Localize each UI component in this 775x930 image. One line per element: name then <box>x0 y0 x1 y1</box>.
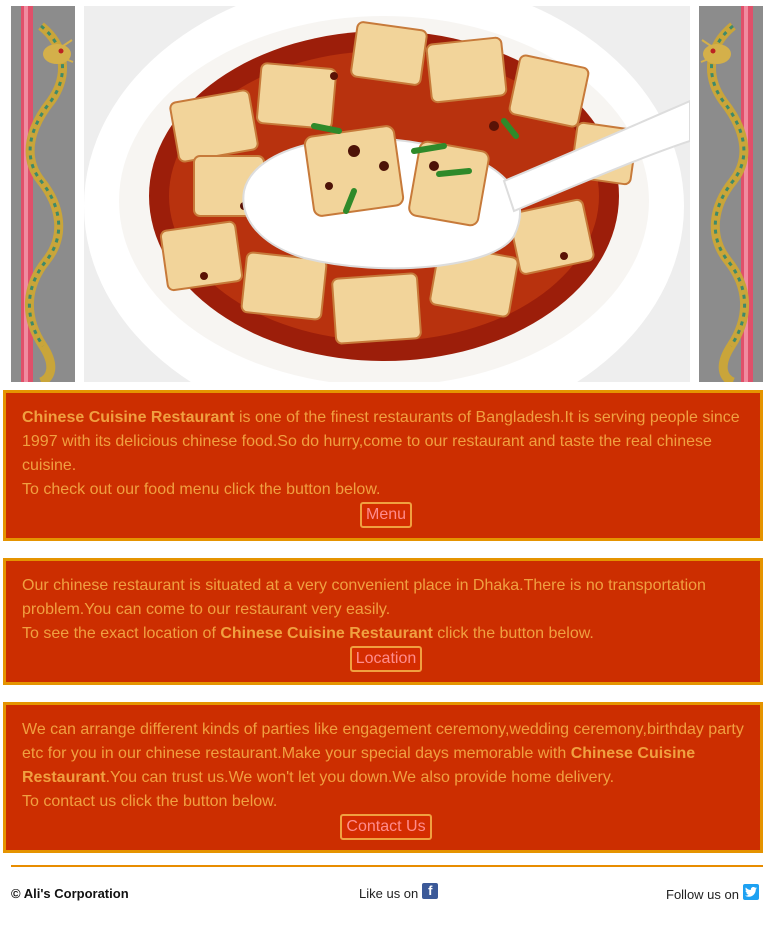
facebook-icon[interactable]: f <box>422 882 439 899</box>
contact-text: We can arrange different kinds of partie… <box>22 721 744 810</box>
follow-us-link[interactable]: Follow us on <box>666 883 759 902</box>
location-text: Our chinese restaurant is situated at a … <box>22 577 706 642</box>
copyright-text: © Ali's Corporation <box>11 886 129 901</box>
dragon-pillar-right-image <box>699 6 763 382</box>
footer-divider <box>11 865 763 867</box>
location-button[interactable]: Location <box>349 646 423 672</box>
like-us-label: Like us on <box>359 886 419 901</box>
about-section: Chinese Cuisine Restaurant is one of the… <box>3 390 763 541</box>
follow-us-label: Follow us on <box>666 887 739 902</box>
header-banner <box>0 6 775 383</box>
menu-button-row: Menu <box>6 502 766 528</box>
about-text: Chinese Cuisine Restaurant is one of the… <box>22 409 740 498</box>
mapo-tofu-photo <box>84 6 690 382</box>
restaurant-name-highlight: Chinese Cuisine Restaurant <box>22 409 235 426</box>
contact-us-button[interactable]: Contact Us <box>340 814 432 840</box>
location-section: Our chinese restaurant is situated at a … <box>3 558 763 685</box>
menu-button[interactable]: Menu <box>359 502 413 528</box>
like-us-link[interactable]: Like us on f <box>359 882 439 901</box>
location-button-row: Location <box>6 646 766 672</box>
contact-button-row: Contact Us <box>6 814 766 840</box>
restaurant-name-highlight: Chinese Cuisine Restaurant <box>220 625 433 642</box>
dragon-pillar-left-image <box>11 6 75 382</box>
contact-section: We can arrange different kinds of partie… <box>3 702 763 853</box>
twitter-icon[interactable] <box>742 883 759 900</box>
